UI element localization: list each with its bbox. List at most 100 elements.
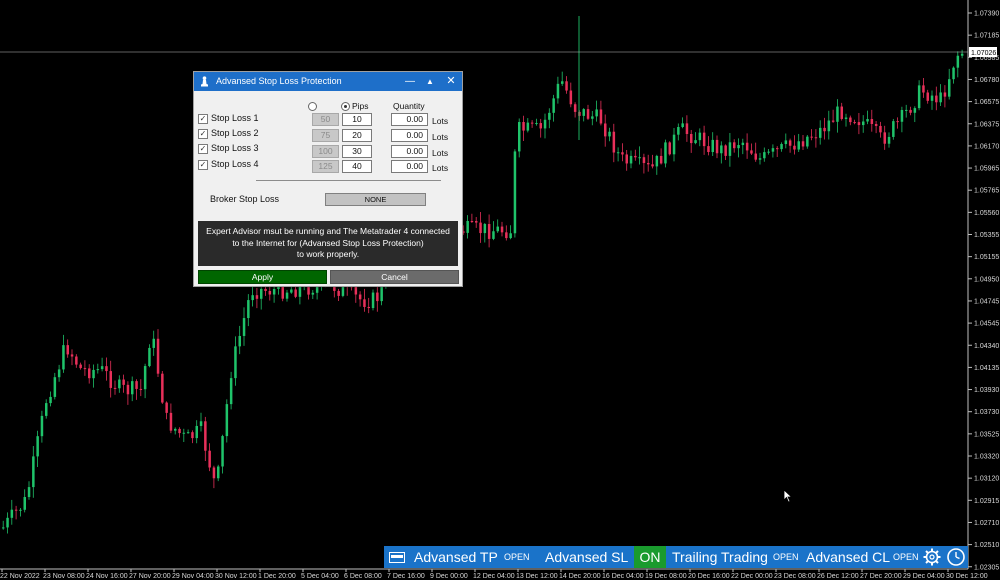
stop-loss-3-quantity-input[interactable]: 0.00 xyxy=(391,145,428,158)
trailing-trading-button[interactable]: Trailing Trading xyxy=(672,546,768,568)
candle-body xyxy=(161,373,164,403)
stop-loss-2-pips-input[interactable]: 20 xyxy=(342,129,372,142)
close-button[interactable]: ✕ xyxy=(443,74,459,89)
stop-loss-4-unit: Lots xyxy=(432,163,449,173)
price-tick-label: 1.05965 xyxy=(974,166,999,173)
candle-body xyxy=(475,221,478,223)
preset-radio[interactable] xyxy=(308,102,317,111)
candle-body xyxy=(698,132,702,141)
price-tick-label: 1.06170 xyxy=(974,143,999,150)
divider xyxy=(256,180,441,181)
advansed-sl-button[interactable]: Advansed SL xyxy=(545,546,628,568)
candle-body xyxy=(483,224,487,234)
candle-body xyxy=(152,338,155,348)
candle-body xyxy=(612,131,616,153)
candle-body xyxy=(57,369,61,378)
candle-body xyxy=(40,415,44,437)
info-line: to the Internet for (Advansed Stop Loss … xyxy=(232,237,424,248)
candle-body xyxy=(801,141,805,147)
stop-loss-dialog[interactable]: Advansed Stop Loss Protection — ▲ ✕ Pips… xyxy=(193,71,463,287)
candle-body xyxy=(651,164,654,167)
candle-body xyxy=(642,157,646,164)
price-axis: 1.073901.071851.069851.067801.065751.063… xyxy=(968,11,999,571)
time-tick-label: 16 Dec 04:00 xyxy=(602,573,644,580)
stop-loss-4-checkbox[interactable]: ✓ xyxy=(198,160,208,170)
candle-body xyxy=(204,421,207,451)
stop-loss-1-checkbox[interactable]: ✓ xyxy=(198,114,208,124)
candle-body xyxy=(109,371,112,388)
trailing-trading-state[interactable]: OPEN xyxy=(773,546,799,568)
candle-body xyxy=(887,136,891,144)
advansed-sl-state[interactable]: ON xyxy=(634,546,666,568)
candle-body xyxy=(27,487,31,498)
pips-radio[interactable] xyxy=(341,102,350,111)
stop-loss-1-preset: 50 xyxy=(312,113,339,126)
cancel-button[interactable]: Cancel xyxy=(330,270,459,284)
candle-body xyxy=(745,142,749,151)
dialog-titlebar[interactable]: Advansed Stop Loss Protection — ▲ ✕ xyxy=(194,72,462,91)
candle-body xyxy=(509,233,512,239)
candle-body xyxy=(371,292,375,309)
stop-loss-3-pips-input[interactable]: 30 xyxy=(342,145,372,158)
time-tick-label: 22 Nov 2022 xyxy=(0,573,40,580)
apply-button[interactable]: Apply xyxy=(198,270,327,284)
candle-body xyxy=(638,157,641,159)
candle-body xyxy=(599,109,603,124)
candle-body xyxy=(814,137,818,139)
candle-body xyxy=(496,226,499,232)
candle-body xyxy=(664,142,667,164)
candle-body xyxy=(905,109,908,111)
candle-body xyxy=(341,285,345,296)
candle-body xyxy=(569,90,573,105)
price-chart[interactable]: 1.073901.071851.069851.067801.065751.063… xyxy=(0,0,1000,580)
candle-body xyxy=(879,125,882,133)
candle-body xyxy=(255,295,259,299)
candle-body xyxy=(264,288,267,291)
stop-loss-1-quantity-input[interactable]: 0.00 xyxy=(391,113,428,126)
candle-body xyxy=(960,53,964,56)
stop-loss-2-checkbox[interactable]: ✓ xyxy=(198,129,208,139)
advansed-tp-state[interactable]: OPEN xyxy=(504,546,530,568)
stop-loss-3-checkbox[interactable]: ✓ xyxy=(198,144,208,154)
candle-body xyxy=(707,146,710,153)
time-tick-label: 26 Dec 12:00 xyxy=(817,573,859,580)
candle-body xyxy=(784,140,788,145)
clock-icon[interactable] xyxy=(946,547,966,567)
candle-body xyxy=(823,127,826,132)
dialog-title: Advansed Stop Loss Protection xyxy=(216,76,342,86)
candle-body xyxy=(552,98,555,113)
advansed-cl-state[interactable]: OPEN xyxy=(893,546,919,568)
time-tick-label: 24 Nov 16:00 xyxy=(86,573,128,580)
stop-loss-2-quantity-input[interactable]: 0.00 xyxy=(391,129,428,142)
settings-gear-icon[interactable] xyxy=(922,547,942,567)
stop-loss-4-pips-input[interactable]: 40 xyxy=(342,160,372,173)
advansed-cl-button[interactable]: Advansed CL xyxy=(806,546,890,568)
candle-body xyxy=(6,517,9,528)
candle-body xyxy=(948,79,951,97)
broker-stop-loss-button[interactable]: NONE xyxy=(325,193,426,206)
candle-body xyxy=(62,345,65,370)
candle-body xyxy=(874,124,878,126)
candle-body xyxy=(518,122,521,152)
collapse-button[interactable]: ▲ xyxy=(422,74,438,89)
candle-body xyxy=(776,148,779,150)
candle-body xyxy=(358,294,362,300)
candle-body xyxy=(83,368,87,370)
minimize-button[interactable]: — xyxy=(402,74,418,89)
candle-body xyxy=(131,381,134,395)
price-tick-label: 1.03930 xyxy=(974,387,999,394)
stop-loss-4-quantity-input[interactable]: 0.00 xyxy=(391,160,428,173)
candle-body xyxy=(229,378,233,405)
time-tick-label: 14 Dec 20:00 xyxy=(559,573,601,580)
candle-body xyxy=(118,379,121,389)
panel-toggle-icon[interactable] xyxy=(389,552,405,563)
candle-body xyxy=(797,141,800,150)
stop-loss-1-pips-input[interactable]: 10 xyxy=(342,113,372,126)
info-line: Expert Advisor msut be running and The M… xyxy=(206,226,450,236)
candle-body xyxy=(122,379,125,385)
candle-body xyxy=(831,120,835,122)
advansed-tp-button[interactable]: Advansed TP xyxy=(414,546,498,568)
candle-body xyxy=(363,299,366,307)
time-tick-label: 9 Dec 00:00 xyxy=(430,573,468,580)
candle-body xyxy=(668,142,671,155)
